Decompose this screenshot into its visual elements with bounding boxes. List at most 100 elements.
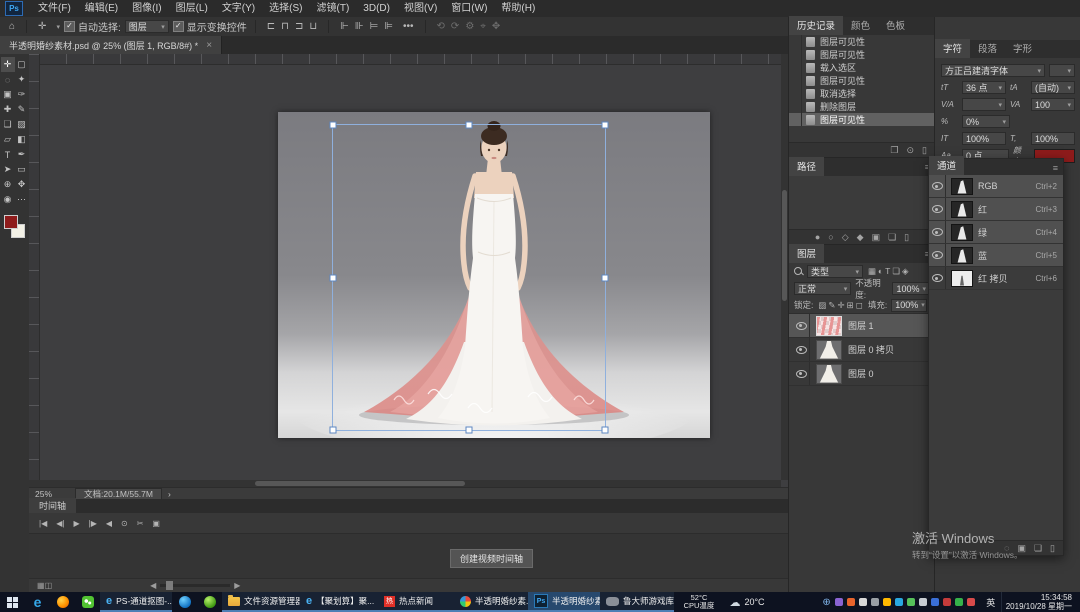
tray-icon[interactable]	[967, 598, 975, 606]
playback-control-icon[interactable]: |◀	[39, 519, 47, 528]
transform-handle[interactable]	[330, 122, 337, 129]
panel-tab[interactable]: 字符	[935, 39, 970, 58]
crop-tool[interactable]: ▣	[1, 87, 15, 102]
more-options-icon[interactable]: •••	[400, 21, 417, 32]
vertical-scrollbar[interactable]	[781, 54, 788, 480]
menu-item[interactable]: 3D(D)	[356, 3, 397, 14]
slider-track[interactable]	[160, 584, 230, 587]
playback-control-icon[interactable]: |▶	[89, 519, 97, 528]
layer-filter-icon[interactable]: ◈	[901, 266, 910, 276]
zoom-tool[interactable]: ◉	[1, 192, 15, 207]
layer-row[interactable]: 图层 1	[789, 314, 935, 338]
menu-item[interactable]: 编辑(E)	[78, 3, 125, 14]
eyedropper-tool[interactable]: ✑	[15, 87, 29, 102]
visibility-toggle[interactable]	[793, 314, 810, 337]
align-icon[interactable]: ⊏	[264, 21, 278, 32]
history-source-well[interactable]	[789, 61, 802, 74]
tray-icon[interactable]	[919, 598, 927, 606]
zoom-out-icon[interactable]: ◀	[150, 581, 156, 590]
tab-timeline[interactable]: 时间轴	[29, 498, 76, 513]
history-source-well[interactable]	[789, 87, 802, 100]
distribute-icon[interactable]: ⊫	[381, 21, 396, 32]
tray-icon[interactable]	[895, 598, 903, 606]
layer-filter-icon[interactable]: ▦	[867, 266, 877, 276]
visibility-toggle[interactable]	[929, 221, 946, 243]
transform-handle[interactable]	[466, 427, 473, 434]
menu-item[interactable]: 文字(Y)	[215, 3, 262, 14]
path-select-tool[interactable]: ➤	[1, 162, 15, 177]
playback-control-icon[interactable]: ✂	[137, 519, 144, 528]
transform-handle[interactable]	[466, 122, 473, 129]
tray-icon[interactable]	[871, 598, 879, 606]
security-green-taskbar-icon[interactable]	[197, 592, 222, 612]
history-source-well[interactable]	[789, 100, 802, 113]
lock-icon[interactable]: ▨	[817, 300, 827, 310]
channel-action-icon[interactable]: ◌	[1004, 543, 1009, 553]
history-entry[interactable]: 图层可见性	[789, 48, 935, 61]
shape-tool[interactable]: ▭	[15, 162, 29, 177]
visibility-toggle[interactable]	[793, 338, 810, 361]
channel-row[interactable]: RGB Ctrl+2	[929, 175, 1063, 198]
history-action-icon[interactable]: ⊙	[907, 145, 915, 156]
transform-handle[interactable]	[602, 274, 609, 281]
leading-dropdown[interactable]: (自动)▾	[1031, 81, 1075, 94]
document-tab[interactable]: 半透明婚纱素材.psd @ 25% (图层 1, RGB/8#) * ×	[0, 36, 222, 54]
tray-icon[interactable]	[859, 598, 867, 606]
taskbar-window-game-library[interactable]: 鲁大师游戏库	[600, 592, 674, 612]
lock-icon[interactable]: ✛	[837, 300, 846, 310]
layer-name[interactable]: 图层 0 拷贝	[848, 343, 894, 356]
wechat-taskbar-icon[interactable]	[75, 592, 100, 612]
vertical-scale-field[interactable]: 100%	[962, 132, 1006, 145]
auto-select-checkbox[interactable]: ✓ 自动选择:	[64, 19, 121, 34]
playback-control-icon[interactable]: ◀|	[56, 519, 64, 528]
marquee-tool[interactable]: ▢	[15, 57, 29, 72]
history-brush-tool[interactable]: ▨	[15, 117, 29, 132]
history-entry[interactable]: 图层可见性	[789, 113, 935, 126]
transform-bounding-box[interactable]	[332, 124, 606, 431]
cpu-temperature-widget[interactable]: 52°CCPU温度	[674, 592, 724, 612]
taskbar-window-ps-tutorial[interactable]: e PS-通道抠图-...	[100, 592, 172, 612]
timeline-footer-icon[interactable]: ◫	[45, 581, 53, 590]
taskbar-window-material-page[interactable]: 半透明婚纱素...	[454, 592, 528, 612]
lasso-tool[interactable]: ◌	[1, 72, 15, 87]
playback-control-icon[interactable]: ◀	[106, 519, 112, 528]
lock-icon[interactable]: ✎	[827, 300, 836, 310]
slider-handle[interactable]	[166, 581, 173, 590]
menu-item[interactable]: 滤镜(T)	[310, 3, 357, 14]
lock-icon[interactable]: ◻	[855, 300, 864, 310]
browser-blue-taskbar-icon[interactable]	[172, 592, 197, 612]
brush-tool[interactable]: ✎	[15, 102, 29, 117]
channel-action-icon[interactable]: ▣	[1017, 543, 1026, 554]
layer-row[interactable]: 图层 0 拷贝	[789, 338, 935, 362]
history-source-well[interactable]	[789, 74, 802, 87]
input-method-indicator[interactable]: 英	[981, 596, 1001, 609]
foreground-color-swatch[interactable]	[4, 215, 18, 229]
path-action-icon[interactable]: ◆	[857, 232, 864, 243]
spacing-dropdown[interactable]: 0%▾	[962, 115, 1010, 128]
move-tool-icon[interactable]: ✛	[35, 21, 49, 32]
auto-select-target-dropdown[interactable]: 图层▾	[125, 20, 169, 33]
layer-row[interactable]: 图层 0	[789, 362, 935, 386]
layer-name[interactable]: 图层 0	[848, 367, 874, 380]
font-size-dropdown[interactable]: 36 点▾	[962, 81, 1006, 94]
tab-layers[interactable]: 图层	[789, 244, 824, 263]
taskbar-window-juhuasuan[interactable]: e 【聚划算】聚...	[300, 592, 378, 612]
tray-icon[interactable]	[931, 598, 939, 606]
playback-control-icon[interactable]: ▶	[73, 519, 79, 528]
font-family-dropdown[interactable]: 方正吕建清字体▾	[941, 64, 1045, 77]
scrollbar-thumb[interactable]	[782, 190, 787, 301]
scrollbar-thumb[interactable]	[255, 481, 466, 486]
start-button[interactable]	[0, 592, 25, 612]
history-source-well[interactable]	[789, 48, 802, 61]
transform-handle[interactable]	[602, 122, 609, 129]
history-source-well[interactable]	[789, 35, 802, 48]
type-tool[interactable]: T	[1, 147, 15, 162]
taskbar-window-news[interactable]: 热 热点新闻	[378, 592, 454, 612]
visibility-toggle[interactable]	[929, 267, 946, 289]
panel-tab[interactable]: 历史记录	[789, 16, 843, 35]
playback-control-icon[interactable]: ⊙	[121, 519, 128, 528]
edit-toolbar-button[interactable]: ⋯	[15, 192, 29, 207]
timeline-zoom-slider[interactable]: ◀ ▶	[150, 581, 240, 590]
layer-thumbnail[interactable]	[816, 316, 842, 336]
firefox-taskbar-icon[interactable]	[50, 592, 75, 612]
